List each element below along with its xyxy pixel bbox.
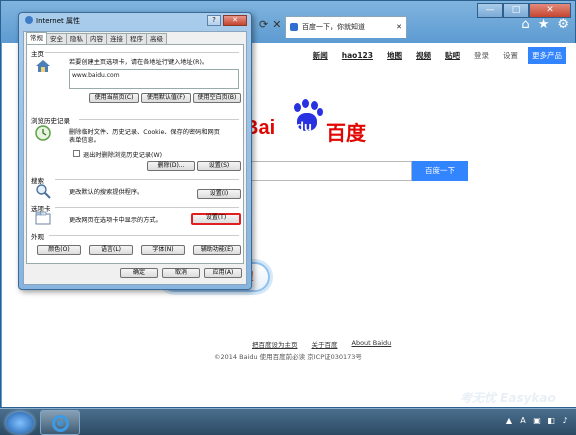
minimize-button[interactable]: — xyxy=(477,3,503,18)
languages-button[interactable]: 语言(L) xyxy=(89,245,133,255)
use-blank-button[interactable]: 使用空白页(B) xyxy=(193,93,241,103)
tab-close-icon[interactable]: ✕ xyxy=(396,17,402,37)
baidu-logo: Bai du 百度 xyxy=(244,99,374,145)
dialog-title: Internet 属性 xyxy=(25,16,80,26)
history-desc-line2: 表单信息。 xyxy=(69,137,100,144)
tabs-settings-button[interactable]: 设置(T) xyxy=(191,213,241,225)
dialog-tabs: 常规 安全 隐私 内容 连接 程序 高级 xyxy=(26,32,167,44)
tab-connections[interactable]: 连接 xyxy=(106,33,127,44)
tab-security[interactable]: 安全 xyxy=(46,33,67,44)
browser-tab[interactable]: 百度一下，你就知道 ✕ xyxy=(285,16,407,38)
colors-button[interactable]: 颜色(O) xyxy=(37,245,81,255)
tray-volume-icon[interactable]: ♪ xyxy=(560,416,570,426)
tray-input-icon[interactable]: A xyxy=(518,416,528,426)
baidu-favicon-icon xyxy=(290,23,298,31)
about-baidu-link[interactable]: 关于百度 xyxy=(312,339,338,349)
history-settings-button[interactable]: 设置(S) xyxy=(197,161,241,171)
home-icon[interactable]: ⌂ xyxy=(521,17,529,32)
settings-link[interactable]: 设置 xyxy=(503,50,518,61)
about-baidu-en-link[interactable]: About Baidu xyxy=(352,339,392,349)
dialog-body: 常规 安全 隐私 内容 连接 程序 高级 主页 若要创建主页选项卡，请在各地址行… xyxy=(23,31,247,285)
baidu-top-nav: 新闻 hao123 地图 视频 贴吧 登录 设置 更多产品 xyxy=(299,47,566,64)
tabs-window-icon xyxy=(35,211,51,225)
login-link[interactable]: 登录 xyxy=(474,50,489,61)
nav-link-news[interactable]: 新闻 xyxy=(313,50,328,61)
fonts-button[interactable]: 字体(N) xyxy=(141,245,185,255)
ie-icon: e xyxy=(52,415,69,432)
cancel-button[interactable]: 取消 xyxy=(162,268,200,278)
watermark-logo: 考无忧 Easykao xyxy=(460,391,556,405)
footer-copyright: ©2014 Baidu 使用百度前必读 京ICP证030173号 xyxy=(214,353,362,361)
appearance-heading: 外观 xyxy=(31,233,44,241)
tab-advanced[interactable]: 高级 xyxy=(146,33,167,44)
ok-button[interactable]: 确定 xyxy=(120,268,158,278)
tab-content[interactable]: 内容 xyxy=(86,33,107,44)
tray-expand-icon[interactable]: ▲ xyxy=(504,416,514,426)
home-heading: 主页 xyxy=(31,50,44,58)
tray-network-icon[interactable]: ◧ xyxy=(546,416,556,426)
search-settings-button[interactable]: 设置(I) xyxy=(197,189,241,199)
nav-link-tieba[interactable]: 贴吧 xyxy=(445,50,460,61)
toolbar-right-icons: ⌂ ★ ⚙ xyxy=(521,17,569,32)
search-magnifier-icon xyxy=(35,183,51,199)
windows-taskbar: e ▲ A ▣ ◧ ♪ xyxy=(0,408,576,435)
history-clock-icon xyxy=(35,125,51,141)
tab-title: 百度一下，你就知道 xyxy=(302,23,365,31)
window-controls: — □ ✕ xyxy=(477,3,571,18)
homepage-url-field[interactable]: www.baidu.com xyxy=(69,69,239,89)
use-default-button[interactable]: 使用默认值(F) xyxy=(141,93,191,103)
search-button[interactable]: 百度一下 xyxy=(412,161,468,181)
logo-text-du: du xyxy=(296,119,312,134)
home-desc: 若要创建主页选项卡，请在各地址行键入地址(R)。 xyxy=(69,59,209,66)
logo-text-baidu-cn: 百度 xyxy=(326,123,366,145)
start-button[interactable] xyxy=(6,412,34,434)
delete-history-button[interactable]: 删除(D)... xyxy=(147,161,195,171)
tab-programs[interactable]: 程序 xyxy=(126,33,147,44)
refresh-icon[interactable]: ⟳ xyxy=(259,18,268,31)
dialog-close-button[interactable]: ✕ xyxy=(223,15,247,26)
history-heading: 浏览历史记录 xyxy=(31,117,70,125)
set-homepage-link[interactable]: 把百度设为主页 xyxy=(252,339,298,349)
ie-settings-icon xyxy=(25,16,33,24)
taskbar-ie-button[interactable]: e xyxy=(40,410,80,435)
delete-on-exit-checkbox[interactable] xyxy=(73,150,80,157)
search-input[interactable] xyxy=(240,161,412,181)
house-icon xyxy=(35,59,51,73)
apply-button[interactable]: 应用(A) xyxy=(204,268,242,278)
tab-general[interactable]: 常规 xyxy=(26,32,47,44)
close-page-icon[interactable]: ✕ xyxy=(272,18,281,31)
delete-on-exit-label: 退出时删除浏览历史记录(W) xyxy=(83,152,163,159)
nav-link-video[interactable]: 视频 xyxy=(416,50,431,61)
search-desc: 更改默认的搜索提供程序。 xyxy=(69,189,144,196)
nav-icons: ⟳ ✕ xyxy=(259,18,281,31)
accessibility-button[interactable]: 辅助功能(E) xyxy=(193,245,241,255)
tabs-desc: 更改网页在选项卡中显示的方式。 xyxy=(69,217,162,224)
favorites-star-icon[interactable]: ★ xyxy=(538,17,550,32)
close-window-button[interactable]: ✕ xyxy=(529,3,571,18)
system-tray: ▲ A ▣ ◧ ♪ xyxy=(504,416,570,426)
tools-gear-icon[interactable]: ⚙ xyxy=(557,17,569,32)
nav-link-hao123[interactable]: hao123 xyxy=(342,51,373,60)
general-panel: 主页 若要创建主页选项卡，请在各地址行键入地址(R)。 www.baidu.co… xyxy=(26,44,244,264)
nav-link-map[interactable]: 地图 xyxy=(387,50,402,61)
tab-privacy[interactable]: 隐私 xyxy=(66,33,87,44)
internet-properties-dialog: Internet 属性 ? ✕ 常规 安全 隐私 内容 连接 程序 高级 主页 … xyxy=(18,12,252,290)
footer-links: 把百度设为主页 关于百度 About Baidu xyxy=(252,339,391,349)
maximize-button[interactable]: □ xyxy=(503,3,529,18)
tray-app-icon[interactable]: ▣ xyxy=(532,416,542,426)
help-button[interactable]: ? xyxy=(207,15,221,26)
more-products-button[interactable]: 更多产品 xyxy=(528,47,566,64)
use-current-button[interactable]: 使用当前页(C) xyxy=(89,93,139,103)
